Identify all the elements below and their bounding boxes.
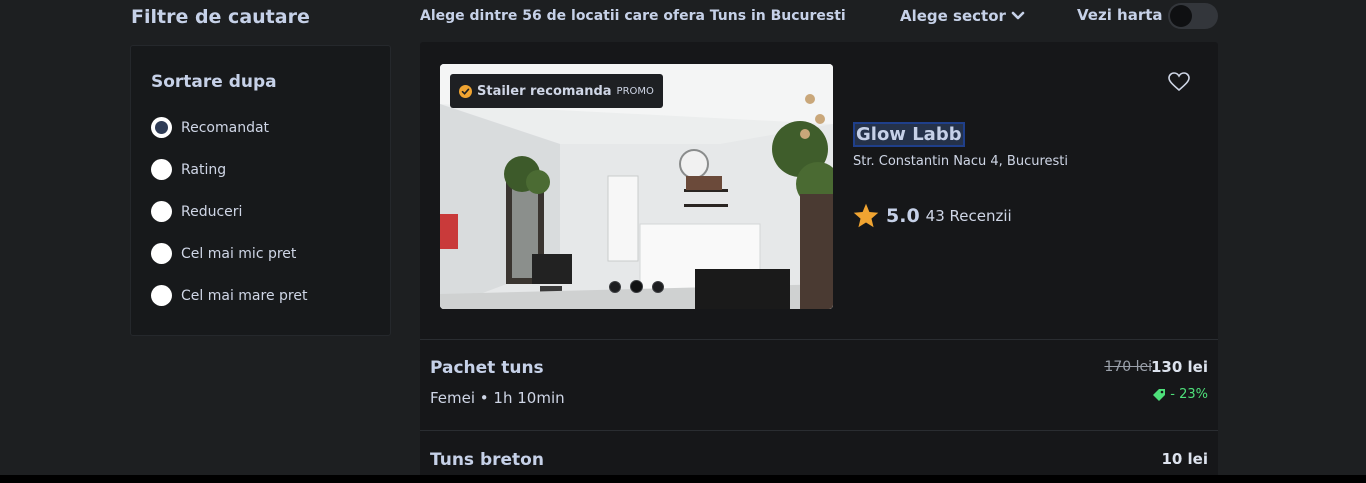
discount-text: - 23% [1170,387,1208,402]
sort-option-recomandat[interactable]: Recomandat [151,117,269,138]
radio-lowest-price[interactable] [151,243,172,264]
service-price: 10 lei [1161,450,1208,468]
review-count: 43 Recenzii [925,207,1012,225]
heart-icon[interactable] [1168,72,1190,92]
salon-name-link[interactable]: Glow Labb [853,122,965,147]
price-tag-icon [1153,388,1166,401]
sort-title: Sortare dupa [151,72,277,92]
radio-highest-price[interactable] [151,285,172,306]
service-name: Pachet tuns [430,358,544,378]
sort-option-lowest-price[interactable]: Cel mai mic pret [151,243,296,264]
radio-recomandat[interactable] [151,117,172,138]
check-badge-icon [459,84,472,98]
sort-option-label: Reduceri [181,203,243,220]
radio-rating[interactable] [151,159,172,180]
sort-option-label: Cel mai mare pret [181,287,308,304]
results-count-text: Alege dintre 56 de locatii care ofera Tu… [420,8,846,24]
service-meta: Femei • 1h 10min [430,389,565,407]
chevron-down-icon [1011,11,1025,20]
sort-option-label: Recomandat [181,119,270,136]
toggle-knob [1170,5,1192,27]
sort-option-label: Cel mai mic pret [181,245,297,262]
star-icon [853,203,879,228]
sort-option-highest-price[interactable]: Cel mai mare pret [151,285,307,306]
sector-dropdown[interactable]: Alege sector [900,7,1025,25]
sort-option-label: Rating [181,161,227,178]
salon-card: Stailer recomanda PROMO Glow Labb Str. C… [420,42,1218,483]
rating-value: 5.0 [886,205,920,227]
carousel-dot[interactable] [609,280,621,293]
service-price: 130 lei [1151,358,1208,376]
service-name: Tuns breton [430,450,544,470]
filter-panel-title: Filtre de cautare [131,6,310,28]
service-old-price: 170 lei [1104,359,1152,375]
sort-option-rating[interactable]: Rating [151,159,226,180]
salon-photo[interactable]: Stailer recomanda PROMO [440,64,833,309]
sort-filter-card: Sortare dupa Recomandat Rating Reduceri … [130,45,391,336]
radio-reduceri[interactable] [151,201,172,222]
carousel-dot[interactable] [630,280,643,293]
map-toggle-label: Vezi harta [1077,6,1163,24]
carousel-dot[interactable] [652,280,664,293]
promo-badge: Stailer recomanda PROMO [450,74,663,108]
photo-carousel-dots [609,280,664,293]
promo-tag: PROMO [616,85,654,97]
salon-address: Str. Constantin Nacu 4, Bucuresti [853,154,1069,169]
sector-dropdown-label: Alege sector [900,7,1006,25]
salon-rating: 5.0 43 Recenzii [852,202,1012,230]
sort-option-reduceri[interactable]: Reduceri [151,201,242,222]
discount-badge: - 23% [1152,387,1208,402]
window-bottom-edge [0,475,1366,483]
map-toggle[interactable] [1168,3,1218,29]
service-row-pachet-tuns[interactable]: Pachet tuns Femei • 1h 10min 170 lei 130… [420,340,1218,430]
promo-badge-label: Stailer recomanda [477,83,612,99]
